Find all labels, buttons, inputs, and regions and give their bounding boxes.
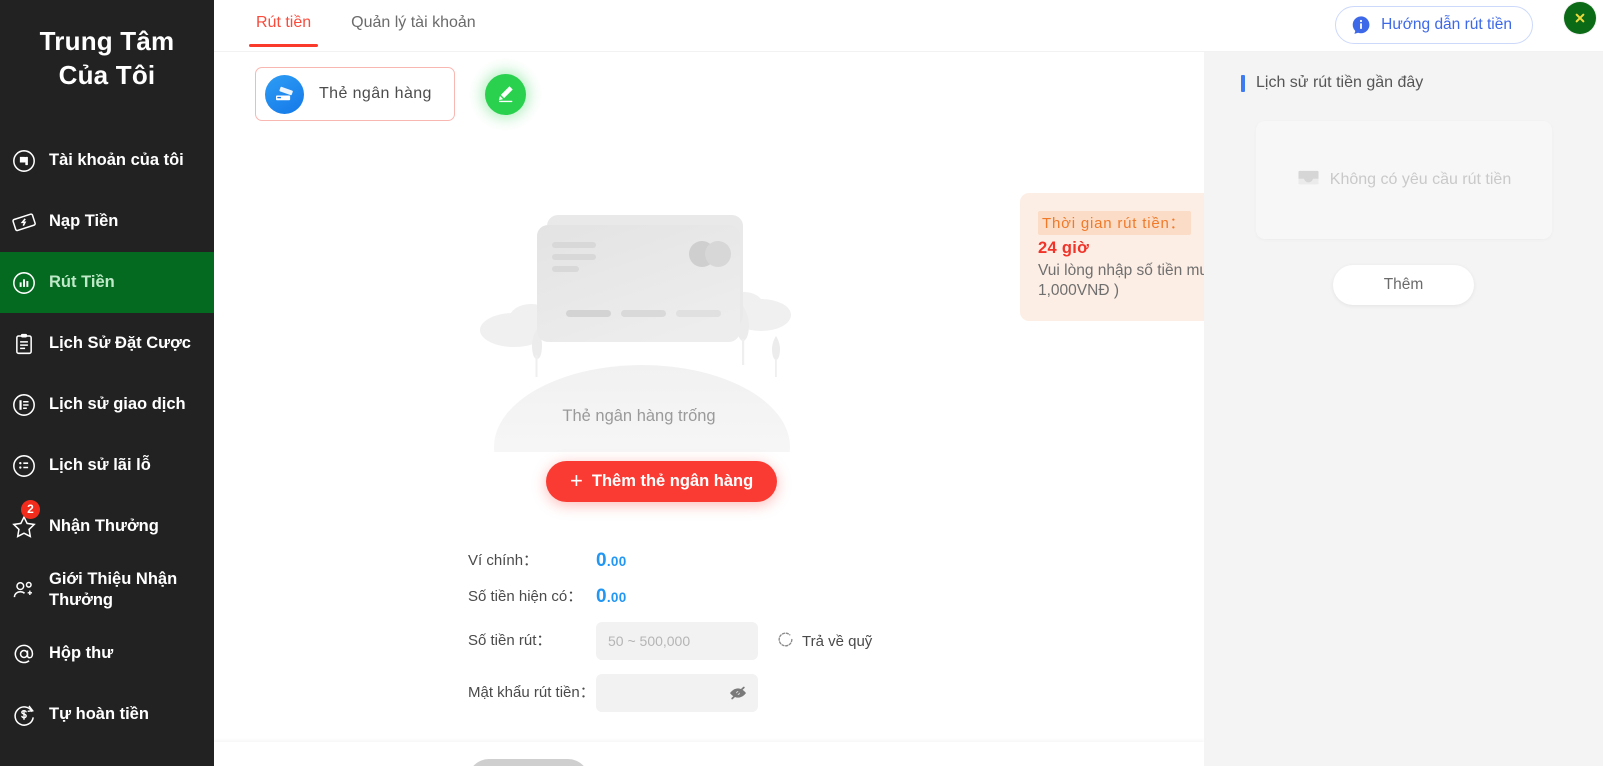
sidebar-item-label: Giới Thiệu Nhận Thưởng (49, 570, 178, 609)
sidebar-item-deposit[interactable]: Nạp Tiền (0, 191, 214, 252)
add-bank-card-label: Thêm thẻ ngân hàng (591, 472, 754, 490)
password-field-wrap (596, 674, 758, 712)
history-empty-text: Không có yêu cầu rút tiền (1329, 171, 1512, 188)
add-bank-card-button[interactable]: + Thêm thẻ ngân hàng (546, 461, 778, 502)
return-to-fund-button[interactable]: Trả về quỹ (776, 630, 872, 653)
sidebar-item-label: Lịch Sử Đặt Cược (49, 334, 191, 352)
refresh-icon (776, 630, 795, 653)
sidebar-item-transaction-history[interactable]: Lịch sử giao dịch (0, 374, 214, 435)
sidebar-item-label: Rút Tiền (49, 273, 115, 291)
withdraw-amount-row: Số tiền rút： Trả về quỹ (468, 622, 1168, 660)
withdraw-password-label: Mật khẩu rút tiền： (468, 684, 595, 701)
available-integer: 0 (596, 586, 607, 607)
close-icon[interactable] (1564, 2, 1596, 34)
form-footer: Xác nhận Số lần rút tiền cho phép khả dụ… (214, 742, 1204, 766)
deposit-icon (10, 208, 38, 236)
sidebar-item-my-account[interactable]: Tài khoản của tôi (0, 130, 214, 191)
sidebar-item-label: Tự hoàn tiền (49, 705, 149, 723)
sidebar-item-withdraw[interactable]: Rút Tiền (0, 252, 214, 313)
app-root: Trung Tâm Của Tôi Tài khoản của tôi Nạp … (0, 0, 1603, 766)
sidebar-item-rewards[interactable]: 2 Nhận Thưởng (0, 496, 214, 557)
sidebar-item-label: Tài khoản của tôi (49, 151, 184, 169)
history-panel-title: Lịch sử rút tiền gần đây (1204, 74, 1603, 92)
main-wallet-cents: .00 (606, 554, 627, 569)
tab-withdraw[interactable]: Rút tiền (248, 0, 319, 47)
available-amount-value: 0.00 (596, 586, 627, 608)
sidebar-item-label: Nạp Tiền (49, 212, 119, 230)
rebate-icon (10, 701, 38, 729)
available-amount-label: Số tiền hiện có： (468, 588, 583, 605)
rewards-badge: 2 (21, 499, 40, 519)
tab-bar: Rút tiền Quản lý tài khoản Hướng dẫn rút… (214, 0, 1603, 52)
history-empty-state: Không có yêu cầu rút tiền (1255, 121, 1552, 239)
referral-icon (10, 576, 38, 604)
sidebar-item-self-rebate[interactable]: Tự hoàn tiền (0, 684, 214, 745)
inbox-icon (1296, 165, 1321, 195)
sidebar-item-label: Hộp thư (49, 644, 114, 662)
sidebar-item-label: Lịch sử lãi lỗ (49, 456, 151, 474)
star-icon: 2 (10, 499, 40, 541)
history-panel-title-text: Lịch sử rút tiền gần đây (1256, 74, 1424, 91)
load-more-button[interactable]: Thêm (1333, 265, 1474, 305)
content-row: Thẻ ngân hàng Thẻ ngân hàng trống + Thêm… (214, 52, 1603, 766)
main-wallet-label: Ví chính： (468, 552, 539, 569)
sidebar-item-bet-history[interactable]: Lịch Sử Đặt Cược (0, 313, 214, 374)
withdraw-guide-button[interactable]: Hướng dẫn rút tiền (1335, 6, 1533, 44)
available-cents: .00 (606, 590, 627, 605)
withdraw-history-panel: Lịch sử rút tiền gần đây Không có yêu cầ… (1204, 52, 1603, 766)
sidebar-nav: Tài khoản của tôi Nạp Tiền Rút Tiền Lịch… (0, 130, 214, 745)
sidebar-item-label: Lịch sử giao dịch (49, 395, 186, 413)
sidebar-item-mailbox[interactable]: Hộp thư (0, 623, 214, 684)
brand-line-1: Trung Tâm (39, 26, 175, 56)
main-content: Rút tiền Quản lý tài khoản Hướng dẫn rút… (214, 0, 1603, 766)
tab-account-management[interactable]: Quản lý tài khoản (351, 0, 476, 32)
clipboard-icon (10, 330, 38, 358)
main-wallet-integer: 0 (596, 550, 607, 571)
withdraw-amount-label: Số tiền rút： (468, 632, 552, 649)
method-label: Thẻ ngân hàng (319, 85, 432, 102)
withdraw-password-row: Mật khẩu rút tiền： (468, 674, 1168, 712)
info-icon (1350, 14, 1372, 36)
brand-line-2: Của Tôi (58, 60, 156, 90)
profit-loss-icon (10, 452, 38, 480)
bank-card-icon (265, 74, 304, 114)
withdraw-form: Ví chính： 0.00 Số tiền hiện có： 0.00 Số … (468, 550, 1168, 726)
payment-method-row: Thẻ ngân hàng (214, 52, 1204, 121)
pencil-icon[interactable] (484, 73, 526, 115)
withdraw-amount-input[interactable] (596, 622, 758, 660)
sidebar: Trung Tâm Của Tôi Tài khoản của tôi Nạp … (0, 0, 214, 766)
transaction-icon (10, 391, 38, 419)
available-amount-row: Số tiền hiện có： 0.00 (468, 586, 1168, 608)
withdraw-guide-label: Hướng dẫn rút tiền (1381, 16, 1512, 33)
sidebar-item-label: Nhận Thưởng (49, 517, 159, 535)
brand-title: Trung Tâm Của Tôi (0, 0, 214, 92)
notice-title: Thời gian rút tiền： (1038, 211, 1192, 235)
main-wallet-value: 0.00 (596, 550, 627, 572)
account-icon (10, 147, 38, 175)
confirm-button[interactable]: Xác nhận (468, 759, 589, 766)
withdraw-form-column: Thẻ ngân hàng Thẻ ngân hàng trống + Thêm… (214, 52, 1373, 766)
eye-off-icon[interactable] (727, 683, 749, 703)
withdraw-icon (10, 269, 38, 297)
main-wallet-row: Ví chính： 0.00 (468, 550, 1168, 572)
method-bank-card[interactable]: Thẻ ngân hàng (255, 67, 455, 121)
sidebar-item-profit-loss-history[interactable]: Lịch sử lãi lỗ (0, 435, 214, 496)
sidebar-item-referral-rewards[interactable]: Giới Thiệu Nhận Thưởng (0, 557, 214, 623)
at-icon (10, 640, 38, 668)
return-to-fund-label: Trả về quỹ (802, 632, 873, 650)
empty-card-caption: Thẻ ngân hàng trống (562, 407, 716, 425)
title-accent-bar (1241, 74, 1245, 92)
